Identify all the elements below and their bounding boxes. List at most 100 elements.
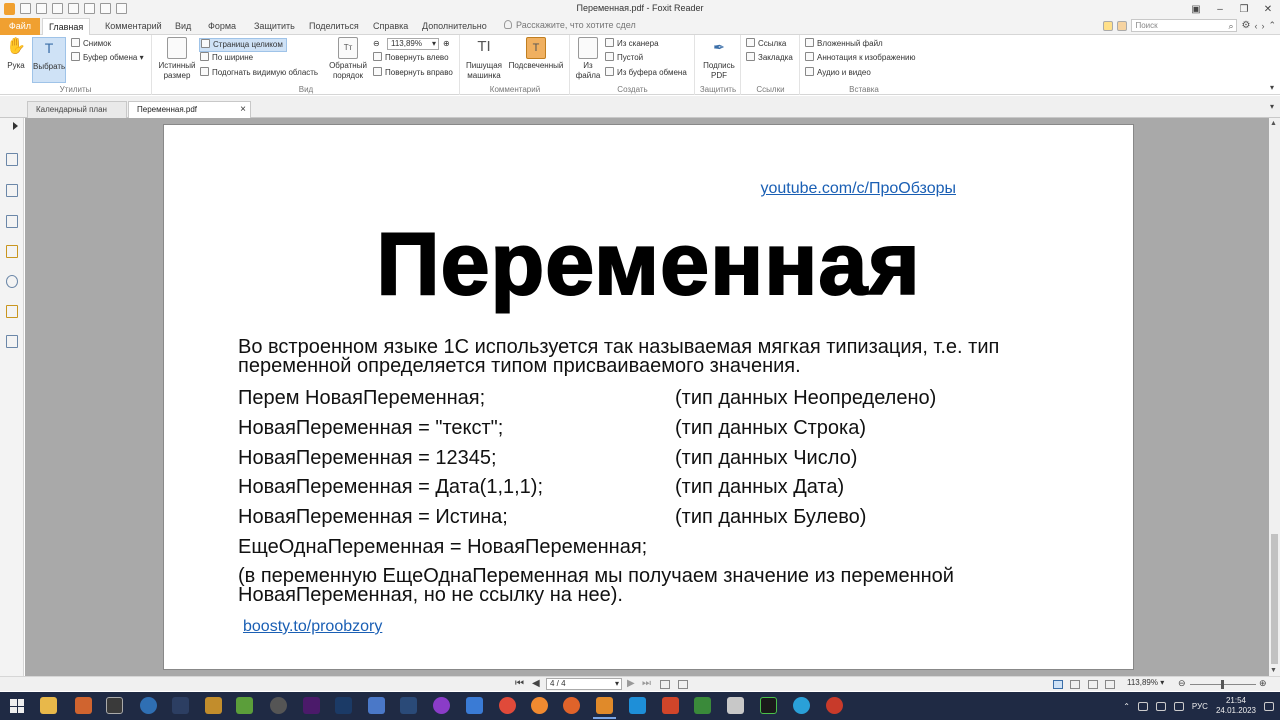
notifications-icon[interactable] <box>1264 701 1274 711</box>
smile-icon[interactable] <box>1103 20 1114 31</box>
sign-pdf-button[interactable]: ✒ Подпись PDF <box>700 37 738 81</box>
file-explorer-icon[interactable] <box>40 697 57 714</box>
next-view-icon[interactable] <box>678 680 688 689</box>
tabs-dropdown-icon[interactable]: ▾ <box>1270 102 1274 111</box>
signatures-icon[interactable] <box>6 335 18 348</box>
hand-tool-button[interactable]: ✋ Рука <box>4 37 28 71</box>
ribbon-collapse-icon[interactable]: ▾ <box>1270 83 1274 92</box>
continuous-icon[interactable] <box>1070 680 1080 689</box>
doc-tab-variable[interactable]: Переменная.pdf × <box>128 101 251 118</box>
from-scanner-button[interactable]: Из сканера <box>605 38 659 50</box>
skype-icon[interactable] <box>629 697 646 714</box>
clipboard-button[interactable]: Буфер обмена ▾ <box>71 52 144 64</box>
close-tab-icon[interactable]: × <box>240 102 246 118</box>
pages-icon[interactable] <box>6 184 18 197</box>
rotate-left-button[interactable]: Повернуть влево <box>373 52 449 64</box>
previous-view-icon[interactable] <box>660 680 670 689</box>
tab-comment[interactable]: Комментарий <box>99 18 168 35</box>
tab-protect[interactable]: Защитить <box>248 18 301 35</box>
single-page-icon[interactable] <box>1053 680 1063 689</box>
app-icon-8[interactable] <box>368 697 385 714</box>
app-icon-11[interactable] <box>531 697 548 714</box>
tab-home[interactable]: Главная <box>42 18 91 36</box>
continuous-facing-icon[interactable] <box>1105 680 1115 689</box>
zoom-out-status-icon[interactable]: ⊖ <box>1178 678 1186 689</box>
scroll-thumb[interactable] <box>1271 534 1278 664</box>
bookmark-button[interactable]: Закладка <box>746 52 793 64</box>
ribbon-display-icon[interactable]: ▣ <box>1184 0 1208 18</box>
zoom-dropdown-icon[interactable]: ▾ <box>432 39 436 49</box>
firefox-icon[interactable] <box>563 697 580 714</box>
youtube-link[interactable]: youtube.com/c/ПроОбзоры <box>760 180 956 198</box>
reverse-order-button[interactable]: Tт Обратный порядок <box>327 37 369 81</box>
steam-icon[interactable] <box>400 697 417 714</box>
language-indicator[interactable]: РУС <box>1192 702 1208 711</box>
link-button[interactable]: Ссылка <box>746 38 786 50</box>
snapshot-button[interactable]: Снимок <box>71 38 111 50</box>
zoom-slider-knob[interactable] <box>1221 680 1224 689</box>
chrome-icon[interactable] <box>499 697 516 714</box>
app-icon-1[interactable] <box>75 697 92 714</box>
premiere-icon[interactable] <box>303 697 320 714</box>
blank-button[interactable]: Пустой <box>605 52 643 64</box>
scroll-down-icon[interactable]: ▼ <box>1270 667 1277 674</box>
foxit-taskbar-icon[interactable] <box>593 697 616 719</box>
fit-page-button[interactable]: Страница целиком <box>199 38 287 52</box>
page-number-input[interactable]: 4 / 4 ▾ <box>546 678 622 690</box>
expand-icon[interactable]: ⌃ <box>1268 20 1276 31</box>
network-icon[interactable] <box>1155 701 1166 711</box>
app-icon-7[interactable] <box>270 697 287 714</box>
next-icon[interactable]: › <box>1261 21 1264 31</box>
vertical-scrollbar[interactable]: ▲ ▼ <box>1269 118 1280 676</box>
clock[interactable]: 21:54 24.01.2023 <box>1216 696 1256 716</box>
embedded-file-button[interactable]: Вложенный файл <box>805 38 883 50</box>
zoom-slider[interactable] <box>1190 680 1256 689</box>
file-menu[interactable]: Файл <box>0 18 40 35</box>
tab-view[interactable]: Вид <box>169 18 197 35</box>
tab-share[interactable]: Поделиться <box>303 18 365 35</box>
app-icon-4[interactable] <box>172 697 189 714</box>
attachments-icon[interactable] <box>6 275 18 288</box>
start-button[interactable] <box>10 699 24 713</box>
typewriter-button[interactable]: TI Пишущая машинка <box>465 37 503 81</box>
restore-button[interactable]: ❐ <box>1232 0 1256 18</box>
image-annotation-button[interactable]: Аннотация к изображению <box>805 52 915 64</box>
last-page-icon[interactable]: ⏭ <box>642 678 651 689</box>
app-icon-2[interactable] <box>106 697 123 714</box>
next-page-icon[interactable]: ▶ <box>627 678 635 689</box>
comments-icon[interactable] <box>6 245 18 258</box>
zoom-out-icon[interactable]: ⊖ <box>373 38 380 50</box>
app-icon-10[interactable] <box>466 697 483 714</box>
zoom-level[interactable]: 113,89% ▾ <box>1127 678 1164 687</box>
app-icon-9[interactable] <box>433 697 450 714</box>
from-file-button[interactable]: Из файла <box>575 37 601 81</box>
layers-icon[interactable] <box>6 215 18 228</box>
app-icon-13[interactable] <box>694 697 711 714</box>
actual-size-button[interactable]: Истинный размер <box>157 37 197 81</box>
app-icon-5[interactable] <box>205 697 222 714</box>
tab-help[interactable]: Справка <box>367 18 414 35</box>
prev-page-icon[interactable]: ◀ <box>532 678 540 689</box>
document-view[interactable]: youtube.com/c/ПроОбзоры Переменная Во вс… <box>25 118 1269 676</box>
photoshop-icon[interactable] <box>335 697 352 714</box>
app-icon-3[interactable] <box>140 697 157 714</box>
fit-width-button[interactable]: По ширине <box>200 52 253 64</box>
page-thumbnails-icon[interactable] <box>6 153 18 166</box>
zoom-in-status-icon[interactable]: ⊕ <box>1259 678 1267 689</box>
close-window-button[interactable]: ✕ <box>1256 0 1280 18</box>
fit-visible-button[interactable]: Подогнать видимую область <box>200 67 318 79</box>
telegram-icon[interactable] <box>793 697 810 714</box>
tray-icon-1[interactable] <box>1137 701 1148 711</box>
zoom-combobox[interactable]: 113,89% ▾ <box>387 38 439 50</box>
select-tool-button[interactable]: T Выбрать <box>32 37 66 83</box>
settings-icon[interactable]: ⚙ <box>1241 20 1250 31</box>
scroll-up-icon[interactable]: ▲ <box>1270 120 1277 127</box>
volume-icon[interactable] <box>1173 701 1184 711</box>
page-dropdown-icon[interactable]: ▾ <box>615 679 619 689</box>
boosty-link[interactable]: boosty.to/proobzory <box>243 618 382 636</box>
first-page-icon[interactable]: ⏮ <box>515 678 524 689</box>
rotate-right-button[interactable]: Повернуть вправо <box>373 67 453 79</box>
search-icon[interactable]: ⌕ <box>1228 21 1233 32</box>
expand-pane-icon[interactable] <box>13 122 18 130</box>
audio-video-button[interactable]: Аудио и видео <box>805 67 871 79</box>
